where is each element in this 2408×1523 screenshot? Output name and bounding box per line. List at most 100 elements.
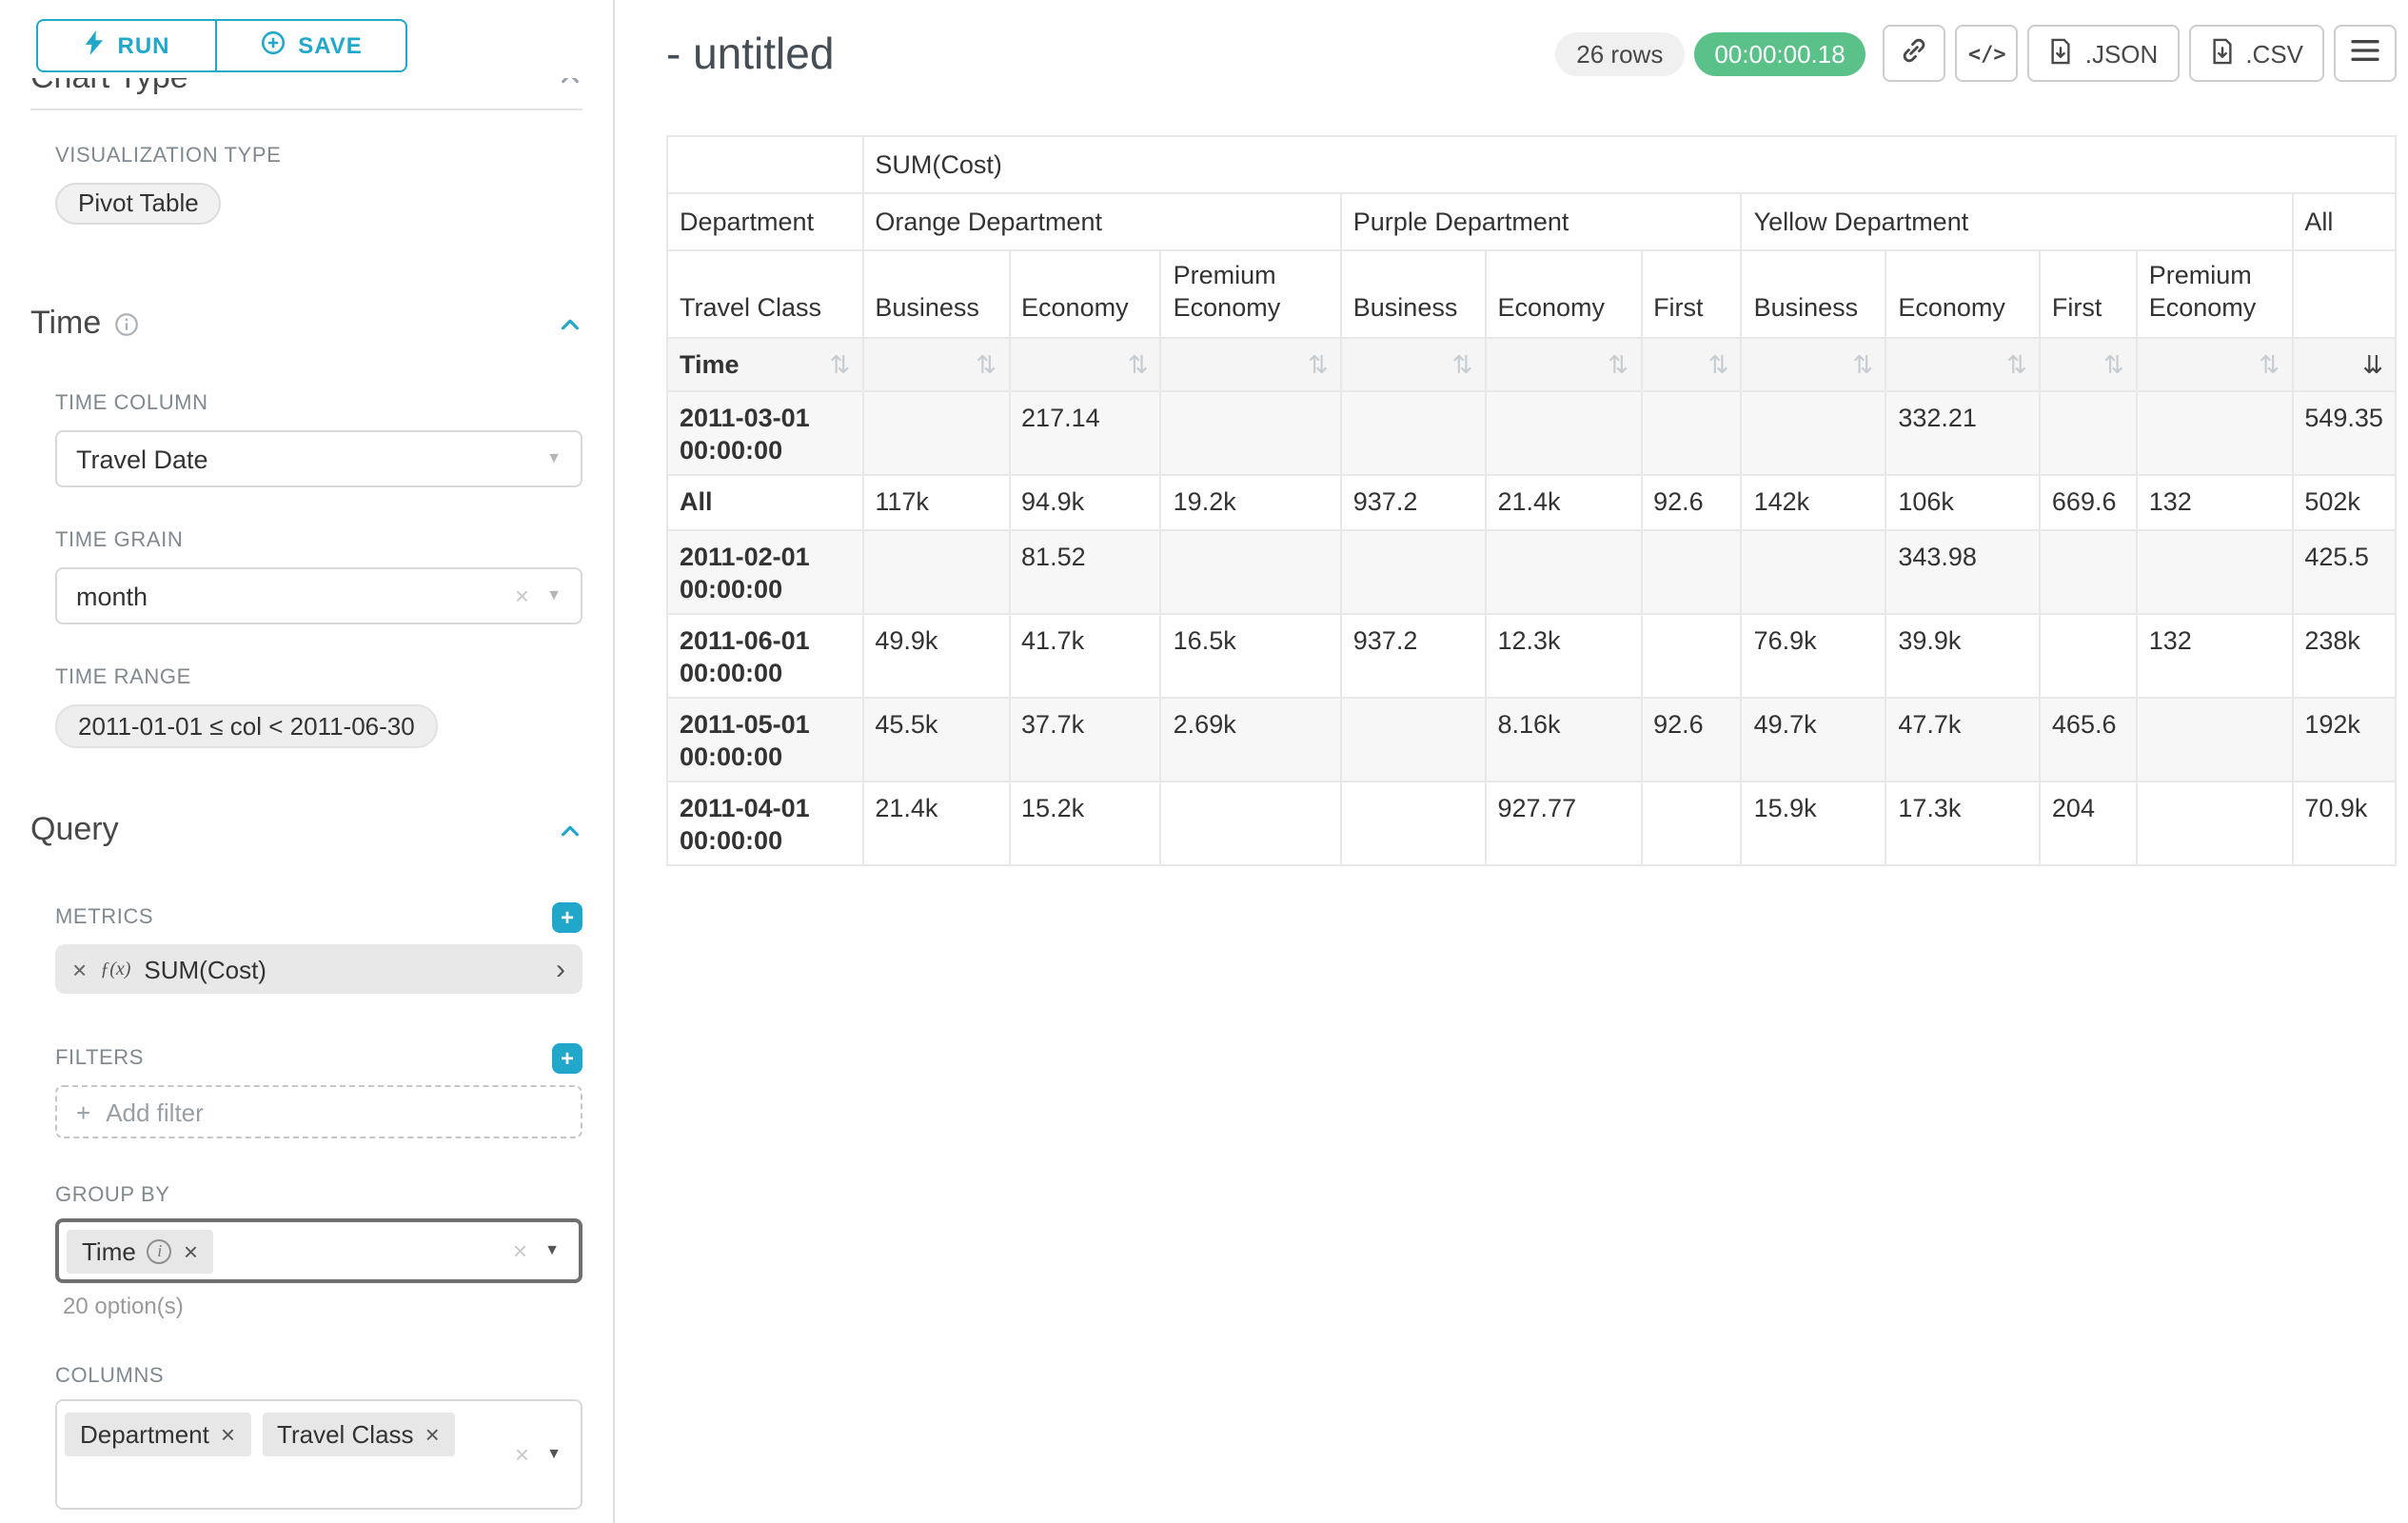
pivot-value-cell: 332.21 (1885, 391, 2040, 475)
pivot-value-cell (2137, 781, 2293, 865)
selected-option-tag[interactable]: Travel Class× (262, 1413, 455, 1456)
pivot-value-cell: 937.2 (1341, 475, 1486, 530)
sort-icon[interactable]: ⇅ (1853, 352, 1874, 377)
add-metric-button[interactable]: + (552, 902, 582, 933)
sort-icon[interactable]: ⇅ (2006, 352, 2027, 377)
pivot-value-cell (1161, 530, 1341, 614)
pivot-value-cell: 15.9k (1742, 781, 1886, 865)
pivot-value-cell: 81.52 (1009, 530, 1161, 614)
chart-title[interactable]: - untitled (666, 28, 834, 79)
pivot-value-cell (1341, 530, 1486, 614)
bolt-icon (84, 30, 105, 61)
pivot-value-cell: 8.16k (1486, 698, 1642, 781)
pivot-value-cell (2040, 530, 2137, 614)
pivot-class-header: Business (862, 250, 1009, 338)
sort-icon[interactable]: ⇅ (976, 352, 997, 377)
export-csv-button[interactable]: .CSV (2188, 25, 2324, 82)
collapse-chevron-up-icon[interactable] (558, 311, 582, 336)
pivot-value-cell (2040, 614, 2137, 698)
tag-label: Time (82, 1236, 136, 1265)
remove-tag-icon[interactable]: × (184, 1238, 198, 1263)
pivot-group-header: Orange Department (862, 193, 1340, 250)
pivot-sort-cell: ⇊ (2292, 338, 2396, 391)
query-section-header[interactable]: Query (30, 811, 582, 849)
pivot-value-cell (1341, 391, 1486, 475)
time-grain-select[interactable]: month × ▼ (55, 567, 582, 624)
visualization-type-chip[interactable]: Pivot Table (55, 183, 222, 225)
pivot-value-cell (1641, 391, 1742, 475)
export-json-button[interactable]: .JSON (2028, 25, 2180, 82)
sort-icon[interactable]: ⇅ (1708, 352, 1729, 377)
sort-icon[interactable]: ⇅ (2103, 352, 2124, 377)
add-filter-button[interactable]: + Add filter (55, 1085, 582, 1138)
pivot-value-cell: 92.6 (1641, 698, 1742, 781)
clear-icon[interactable]: × (515, 583, 529, 608)
caret-down-icon[interactable]: ▼ (544, 1243, 560, 1258)
row-dimension-label: Time (680, 350, 740, 379)
caret-down-icon[interactable]: ▼ (546, 1447, 562, 1462)
pivot-value-cell (1341, 698, 1486, 781)
info-icon (114, 311, 139, 336)
pivot-value-cell: 45.5k (862, 698, 1009, 781)
time-column-select[interactable]: Travel Date ▼ (55, 430, 582, 487)
group-by-select[interactable]: Timei× × ▼ (55, 1218, 582, 1283)
time-range-chip[interactable]: 2011-01-01 ≤ col < 2011-06-30 (55, 704, 438, 748)
sort-desc-icon[interactable]: ⇊ (2362, 352, 2383, 377)
sort-icon[interactable]: ⇅ (1452, 352, 1473, 377)
remove-tag-icon[interactable]: × (221, 1422, 235, 1447)
chevron-right-icon[interactable]: › (556, 955, 565, 983)
plus-circle-icon (260, 30, 285, 61)
pivot-value-cell: 343.98 (1885, 530, 2040, 614)
pivot-sort-cell: ⇅ (1161, 338, 1341, 391)
view-query-button[interactable]: </> (1956, 25, 2019, 82)
chart-toolbar: 26 rows 00:00:00.18 </> (1555, 25, 2397, 82)
sort-icon[interactable]: ⇅ (1608, 352, 1628, 377)
clear-icon[interactable]: × (513, 1238, 527, 1263)
pivot-value-cell: 76.9k (1742, 614, 1886, 698)
selected-option-tag[interactable]: Timei× (67, 1229, 213, 1273)
pivot-class-header: First (2040, 250, 2137, 338)
pivot-value-cell: 15.2k (1009, 781, 1161, 865)
pivot-class-header: Economy (1885, 250, 2040, 338)
filters-label: FILTERS (55, 1047, 144, 1070)
clear-icon[interactable]: × (515, 1442, 529, 1467)
pivot-value-cell (1341, 781, 1486, 865)
run-button[interactable]: RUN (36, 19, 217, 72)
pivot-value-cell: 669.6 (2040, 475, 2137, 530)
pivot-value-cell (1742, 391, 1886, 475)
chart-type-section-clipped: Chart Type (30, 78, 582, 103)
remove-tag-icon[interactable]: × (425, 1422, 440, 1447)
explore-page: RUN SAVE Chart Type VISUALIZATION TYPE P… (0, 0, 2408, 1523)
pivot-value-cell: 39.9k (1885, 614, 2040, 698)
save-button[interactable]: SAVE (215, 19, 407, 72)
remove-metric-icon[interactable]: × (72, 955, 87, 983)
run-button-label: RUN (118, 32, 170, 59)
pivot-value-cell: 16.5k (1161, 614, 1341, 698)
collapse-chevron-up-icon[interactable] (558, 818, 582, 842)
sort-icon[interactable]: ⇅ (1128, 352, 1149, 377)
menu-button[interactable] (2334, 25, 2397, 82)
columns-select[interactable]: Department× Travel Class× × ▼ (55, 1399, 582, 1510)
selected-option-tag[interactable]: Department× (65, 1413, 250, 1456)
pivot-row-label: 2011-06-01 00:00:00 (667, 614, 862, 698)
copy-link-button[interactable] (1884, 25, 1946, 82)
sort-icon[interactable]: ⇅ (830, 352, 851, 377)
pivot-value-cell: 142k (1742, 475, 1886, 530)
time-section-header[interactable]: Time (30, 305, 582, 343)
pivot-value-cell: 937.2 (1341, 614, 1486, 698)
pivot-value-cell: 132 (2137, 614, 2293, 698)
control-panel: RUN SAVE Chart Type VISUALIZATION TYPE P… (0, 0, 615, 1523)
sort-icon[interactable]: ⇅ (2260, 352, 2280, 377)
link-icon (1901, 36, 1929, 70)
save-button-label: SAVE (298, 32, 363, 59)
pivot-table-container: SUM(Cost)DepartmentOrange DepartmentPurp… (666, 135, 2397, 866)
query-timer-badge: 00:00:00.18 (1693, 31, 1865, 75)
pivot-data-row: All117k94.9k19.2k937.221.4k92.6142k106k6… (667, 475, 2396, 530)
caret-down-icon: ▼ (546, 451, 562, 466)
time-grain-label: TIME GRAIN (55, 529, 582, 552)
add-filter-plus-button[interactable]: + (552, 1043, 582, 1074)
pivot-corner-cell (667, 136, 862, 193)
export-csv-label: .CSV (2245, 39, 2303, 68)
metric-chip[interactable]: × ƒ(x) SUM(Cost) › (55, 944, 582, 994)
sort-icon[interactable]: ⇅ (1308, 352, 1329, 377)
